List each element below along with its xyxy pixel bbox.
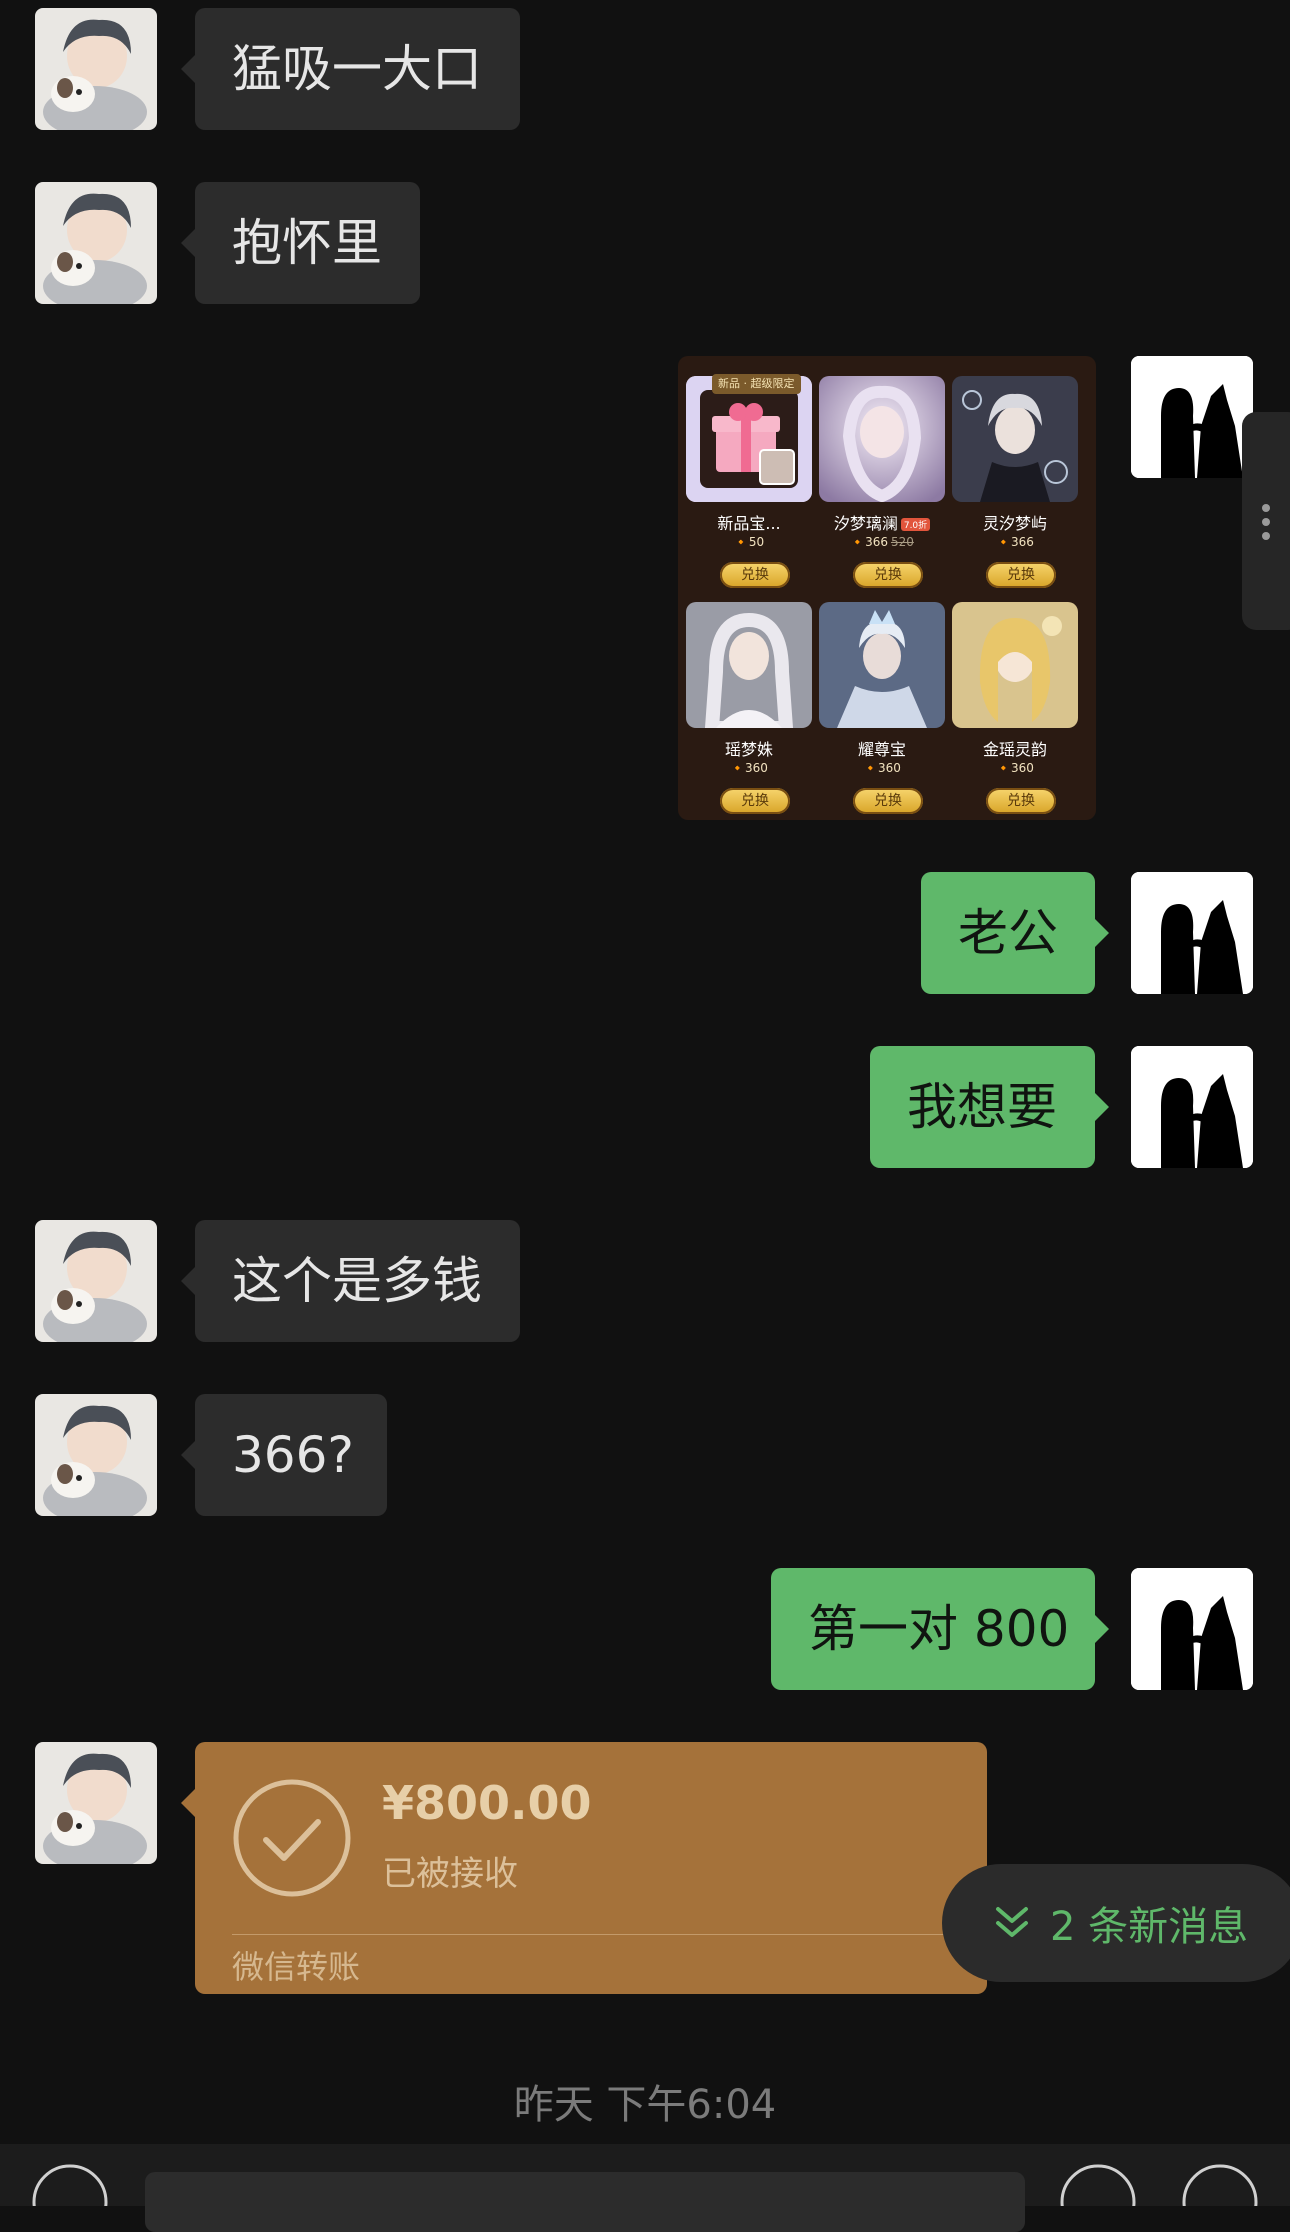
character-portrait xyxy=(686,602,812,728)
plus-icon[interactable] xyxy=(1180,2144,1260,2206)
discount-badge: 7.0折 xyxy=(900,518,931,531)
item-price: 🔸360 xyxy=(996,761,1034,775)
item-price: 🔸360 xyxy=(863,761,901,775)
message-bubble-outgoing[interactable]: 第一对 800 xyxy=(771,1568,1109,1690)
check-circle-icon xyxy=(233,1779,351,1897)
transfer-status: 已被接收 xyxy=(382,1854,518,1894)
exchange-button[interactable]: 兑换 xyxy=(720,788,790,814)
new-messages-button[interactable]: 2 条新消息 xyxy=(942,1864,1290,1982)
message-bubble-incoming[interactable]: 猛吸一大口 xyxy=(181,8,520,130)
character-portrait xyxy=(819,602,945,728)
transfer-label: 微信转账 xyxy=(232,1948,361,1986)
user-avatar[interactable] xyxy=(1131,1568,1253,1690)
item-name: 金瑶灵韵 xyxy=(982,740,1047,759)
shop-item-card[interactable]: 瑶梦姝 🔸360 兑换 xyxy=(686,602,812,820)
user-avatar[interactable] xyxy=(1131,1046,1253,1168)
item-price: 🔸50 xyxy=(733,535,765,549)
input-toolbar xyxy=(0,2144,1290,2232)
item-name: 耀尊宝 xyxy=(857,740,906,759)
original-price: 520 xyxy=(890,535,914,549)
character-portrait xyxy=(952,602,1078,728)
new-messages-label: 2 条新消息 xyxy=(1050,1904,1249,1950)
contact-avatar[interactable] xyxy=(35,1220,157,1342)
gift-box-image xyxy=(686,376,812,502)
shop-item-card[interactable]: 灵汐梦屿 🔸366 兑换 xyxy=(952,376,1078,596)
exchange-button[interactable]: 兑换 xyxy=(853,562,923,588)
message-timestamp: 昨天 下午6:04 xyxy=(513,2082,777,2128)
contact-avatar[interactable] xyxy=(35,1742,157,1864)
item-name: 汐梦璃澜 7.0折 xyxy=(819,510,945,534)
exchange-button[interactable]: 兑换 xyxy=(853,788,923,814)
message-input[interactable] xyxy=(145,2172,1025,2232)
exchange-button[interactable]: 兑换 xyxy=(720,562,790,588)
shop-item-card[interactable]: 新品宝... 🔸50 兑换 xyxy=(686,376,812,596)
item-name: 灵汐梦屿 xyxy=(982,514,1047,533)
more-dots-icon xyxy=(1262,504,1270,540)
item-price: 🔸366 520 xyxy=(850,535,914,549)
double-chevron-down-icon xyxy=(996,1907,1028,1937)
contact-avatar[interactable] xyxy=(35,1394,157,1516)
side-drag-handle[interactable] xyxy=(1242,412,1290,630)
contact-avatar[interactable] xyxy=(35,8,157,130)
new-item-tag: 新品 · 超级限定 xyxy=(712,374,801,394)
message-bubble-outgoing[interactable]: 我想要 xyxy=(870,1046,1109,1168)
shop-item-card[interactable]: 耀尊宝 🔸360 兑换 xyxy=(819,602,945,820)
exchange-button[interactable]: 兑换 xyxy=(986,788,1056,814)
message-bubble-outgoing[interactable]: 老公 xyxy=(921,872,1109,994)
contact-avatar[interactable] xyxy=(35,182,157,304)
user-avatar[interactable] xyxy=(1131,872,1253,994)
shop-item-card[interactable]: 汐梦璃澜 7.0折 🔸366 520 兑换 xyxy=(819,376,945,596)
message-bubble-incoming[interactable]: 这个是多钱 xyxy=(181,1220,520,1342)
item-price: 🔸366 xyxy=(996,535,1034,549)
voice-icon[interactable] xyxy=(30,2144,110,2206)
character-portrait xyxy=(819,376,945,502)
message-bubble-incoming[interactable]: 366? xyxy=(181,1394,387,1516)
shop-screenshot-image[interactable]: 新品 · 超级限定 新品宝... 🔸50 兑换 汐梦璃澜 7.0折 🔸366 5… xyxy=(678,356,1096,820)
item-price: 🔸360 xyxy=(730,761,768,775)
wechat-transfer-card[interactable]: ¥800.00 已被接收 微信转账 xyxy=(181,1742,987,1994)
emoji-icon[interactable] xyxy=(1058,2144,1138,2206)
user-avatar[interactable] xyxy=(1131,356,1253,478)
character-portrait xyxy=(952,376,1078,502)
item-name: 新品宝... xyxy=(717,514,781,533)
item-name: 瑶梦姝 xyxy=(724,740,773,759)
shop-item-card[interactable]: 金瑶灵韵 🔸360 兑换 xyxy=(952,602,1078,820)
divider xyxy=(232,1934,987,1935)
transfer-amount: ¥800.00 xyxy=(382,1776,592,1830)
exchange-button[interactable]: 兑换 xyxy=(986,562,1056,588)
message-bubble-incoming[interactable]: 抱怀里 xyxy=(181,182,420,304)
